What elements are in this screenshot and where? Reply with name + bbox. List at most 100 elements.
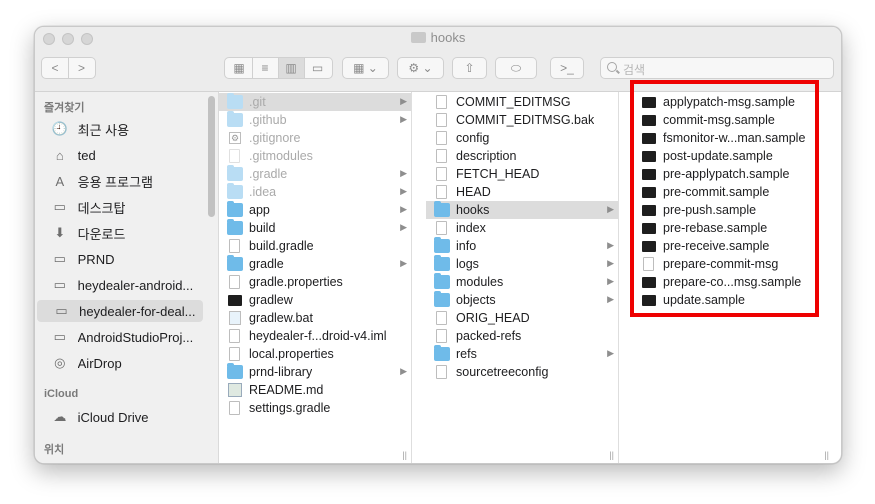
file-row[interactable]: build ▶ — [219, 219, 411, 237]
disclosure-arrow-icon: ▶ — [400, 168, 407, 178]
file-row[interactable]: ORIG_HEAD — [426, 309, 618, 327]
folder-icon — [434, 273, 450, 289]
file-name: build.gradle — [249, 239, 314, 253]
sidebar-item[interactable]: ⌂ ted — [35, 144, 205, 166]
file-row[interactable]: index — [426, 219, 618, 237]
file-row[interactable]: gradlew.bat — [219, 309, 411, 327]
file-row[interactable]: refs ▶ — [426, 345, 618, 363]
sidebar-item[interactable]: ◎ AirDrop — [35, 352, 205, 374]
tags-button[interactable]: ⬭ — [495, 57, 537, 79]
applications-icon: A — [55, 173, 65, 189]
icon-view-icon[interactable]: ▦ — [227, 58, 253, 78]
file-name: settings.gradle — [249, 401, 331, 415]
column-resize-handle[interactable]: || — [609, 450, 614, 460]
file-row[interactable]: info ▶ — [426, 237, 618, 255]
file-name: .gitignore — [249, 131, 301, 145]
file-row[interactable]: hooks ▶ — [426, 201, 618, 219]
list-view-icon[interactable]: ≡ — [253, 58, 279, 78]
recents-icon: 🕘 — [51, 121, 68, 136]
column-2: || COMMIT_EDITMSG COMMIT_EDITMSG.bakconfig… — [426, 92, 619, 463]
document-icon — [436, 185, 447, 199]
share-button[interactable]: ⇧ — [452, 57, 487, 79]
file-row[interactable]: .gradle ▶ — [219, 165, 411, 183]
file-row[interactable]: description — [426, 147, 618, 165]
file-row[interactable]: COMMIT_EDITMSG.bak — [426, 111, 618, 129]
document-icon — [436, 95, 447, 109]
batch-file-icon — [229, 311, 241, 325]
file-name: FETCH_HEAD — [456, 167, 540, 181]
sidebar-item[interactable]: ▭ AndroidStudioProj... — [35, 326, 205, 348]
sidebar-item-icloud-drive[interactable]: ☁ iCloud Drive — [35, 406, 205, 428]
file-name: gradlew — [249, 293, 293, 307]
file-row[interactable]: .gitmodules — [219, 147, 411, 165]
column-resize-handle[interactable]: || — [402, 450, 407, 460]
file-name: app — [249, 203, 270, 217]
disclosure-arrow-icon: ▶ — [400, 258, 407, 268]
file-row[interactable]: app ▶ — [219, 201, 411, 219]
file-row[interactable]: gradlew — [219, 291, 411, 309]
folder-icon — [227, 255, 243, 271]
file-name: local.properties — [249, 347, 334, 361]
file-name: config — [456, 131, 490, 145]
folder-icon: ▭ — [53, 277, 66, 292]
file-row[interactable]: FETCH_HEAD — [426, 165, 618, 183]
file-row[interactable]: README.md — [219, 381, 411, 399]
file-row[interactable]: config — [426, 129, 618, 147]
file-row[interactable]: settings.gradle — [219, 399, 411, 417]
file-row[interactable]: packed-refs — [426, 327, 618, 345]
column-resize-handle[interactable]: || — [824, 450, 829, 460]
file-row[interactable]: prnd-library ▶ — [219, 363, 411, 381]
file-name: gradle — [249, 257, 284, 271]
file-row[interactable]: local.properties — [219, 345, 411, 363]
file-row[interactable]: COMMIT_EDITMSG — [426, 93, 618, 111]
file-row[interactable]: logs ▶ — [426, 255, 618, 273]
sidebar-item[interactable]: ▭ 데스크탑 — [35, 196, 205, 218]
sidebar-item[interactable]: 🕘 최근 사용 — [35, 118, 205, 140]
search-field[interactable]: 검색 — [600, 57, 834, 79]
gallery-view-icon[interactable]: ▭ — [305, 58, 331, 78]
sidebar-item[interactable]: ▭ heydealer-for-deal... — [37, 300, 203, 322]
file-name: COMMIT_EDITMSG.bak — [456, 113, 595, 127]
back-button[interactable]: < — [43, 58, 69, 78]
folder-icon — [227, 165, 243, 181]
column-1: || .git ▶ .github ▶ ⚙ .gitignore .gitmodules .gr… — [219, 92, 412, 463]
sidebar-item-label: ted — [77, 147, 96, 163]
desktop-icon: ▭ — [53, 199, 66, 214]
document-icon — [436, 329, 447, 343]
cloud-icon: ☁ — [53, 409, 67, 424]
file-name: sourcetreeconfig — [456, 365, 549, 379]
file-name: .gitmodules — [249, 149, 313, 163]
file-row[interactable]: gradle.properties — [219, 273, 411, 291]
sidebar-item[interactable]: A 응용 프로그램 — [35, 170, 205, 192]
sidebar-item-label: heydealer-for-deal... — [79, 303, 196, 319]
action-button[interactable]: ⚙ ⌄ — [397, 57, 444, 79]
file-row[interactable]: build.gradle — [219, 237, 411, 255]
file-row[interactable]: ⚙ .gitignore — [219, 129, 411, 147]
group-button[interactable]: ▦ ⌄ — [342, 57, 389, 79]
file-row[interactable]: .github ▶ — [219, 111, 411, 129]
group-icon: ▦ ⌄ — [353, 61, 378, 75]
sidebar-item[interactable]: ⬇ 다운로드 — [35, 222, 205, 244]
terminal-icon: >_ — [560, 61, 574, 75]
file-row[interactable]: modules ▶ — [426, 273, 618, 291]
file-row[interactable]: sourcetreeconfig — [426, 363, 618, 381]
file-row[interactable]: .idea ▶ — [219, 183, 411, 201]
sidebar-item[interactable]: ▭ PRND — [35, 248, 205, 270]
folder-icon: ▭ — [53, 251, 66, 266]
file-row[interactable]: HEAD — [426, 183, 618, 201]
executable-icon — [228, 294, 242, 306]
file-name: HEAD — [456, 185, 491, 199]
sidebar-item[interactable]: ▭ heydealer-android... — [35, 274, 205, 296]
gear-icon: ⚙ ⌄ — [408, 61, 433, 75]
sidebar-item-label: AndroidStudioProj... — [77, 329, 194, 345]
column-view-icon[interactable]: ▥ — [278, 58, 305, 78]
forward-button[interactable]: > — [69, 58, 95, 78]
file-row[interactable]: gradle ▶ — [219, 255, 411, 273]
airdrop-icon: ◎ — [54, 355, 66, 370]
file-row[interactable]: .git ▶ — [219, 93, 411, 111]
terminal-button[interactable]: >_ — [550, 57, 584, 79]
document-icon — [436, 167, 447, 181]
sidebar-scrollbar[interactable] — [208, 96, 215, 217]
file-row[interactable]: objects ▶ — [426, 291, 618, 309]
file-row[interactable]: heydealer-f...droid-v4.iml — [219, 327, 411, 345]
